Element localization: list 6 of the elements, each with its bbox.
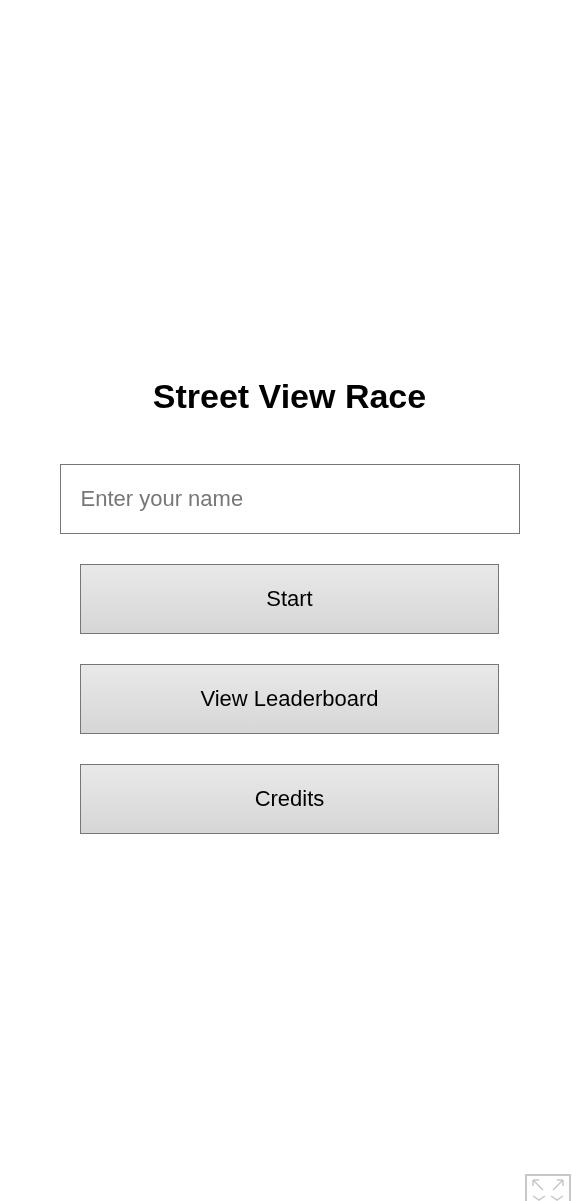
expand-icon[interactable]: [525, 1174, 571, 1201]
menu-button[interactable]: View Leaderboard: [80, 663, 499, 734]
game-title: Street View Race: [152, 375, 427, 416]
name-field[interactable]: Enter your name: [59, 463, 520, 534]
menu-button[interactable]: Credits: [80, 763, 499, 834]
menu-button[interactable]: Start: [80, 563, 499, 634]
